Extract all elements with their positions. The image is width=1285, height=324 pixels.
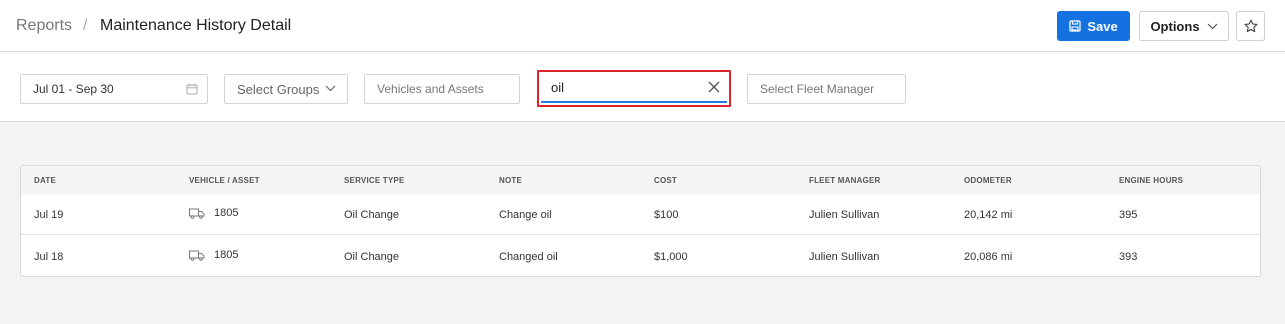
- close-icon[interactable]: [707, 80, 721, 94]
- floppy-disk-icon: [1069, 20, 1081, 32]
- groups-select[interactable]: Select Groups: [224, 74, 348, 104]
- page-header: Reports / Maintenance History Detail Sav…: [0, 0, 1285, 52]
- star-icon: [1243, 19, 1258, 33]
- cell-vehicle: 1805: [189, 249, 238, 261]
- column-header-cost[interactable]: COST: [654, 176, 677, 185]
- vehicle-id[interactable]: 1805: [214, 249, 238, 261]
- column-header-service-type[interactable]: SERVICE TYPE: [344, 176, 405, 185]
- vehicles-assets-placeholder: Vehicles and Assets: [377, 82, 484, 96]
- date-range-value: Jul 01 - Sep 30: [33, 82, 114, 96]
- vehicles-assets-select[interactable]: Vehicles and Assets: [364, 74, 520, 104]
- favorite-button[interactable]: [1236, 11, 1265, 41]
- cell-cost: $1,000: [654, 251, 688, 263]
- search-input[interactable]: [551, 80, 691, 95]
- cell-cost: $100: [654, 209, 679, 221]
- breadcrumb-separator: /: [83, 17, 88, 34]
- search-field-highlight: [537, 70, 731, 107]
- chevron-down-icon: [1207, 23, 1217, 29]
- cell-service-type: Oil Change: [344, 251, 400, 263]
- table-row[interactable]: Jul 19 1805 Oil Change Change oil $100 J…: [21, 194, 1260, 235]
- cell-odometer: 20,142 mi: [964, 209, 1013, 221]
- groups-select-placeholder: Select Groups: [237, 81, 320, 97]
- vehicle-id[interactable]: 1805: [214, 207, 238, 219]
- cell-odometer: 20,086 mi: [964, 251, 1013, 263]
- search-field: [541, 74, 727, 103]
- breadcrumb-reports[interactable]: Reports: [16, 17, 72, 35]
- column-header-fleet-manager[interactable]: FLEET MANAGER: [809, 176, 881, 185]
- column-header-vehicle[interactable]: VEHICLE / ASSET: [189, 176, 260, 185]
- chevron-down-icon: [325, 85, 336, 92]
- options-button-label: Options: [1150, 18, 1200, 34]
- cell-service-type: Oil Change: [344, 209, 400, 221]
- maintenance-table: DATE VEHICLE / ASSET SERVICE TYPE NOTE C…: [20, 165, 1261, 277]
- date-range-picker[interactable]: Jul 01 - Sep 30: [20, 74, 208, 104]
- truck-icon: [189, 250, 205, 261]
- fleet-manager-select[interactable]: Select Fleet Manager: [747, 74, 906, 104]
- column-header-engine-hours[interactable]: ENGINE HOURS: [1119, 176, 1183, 185]
- column-header-date[interactable]: DATE: [34, 176, 56, 185]
- cell-date: Jul 18: [34, 251, 64, 263]
- column-header-note[interactable]: NOTE: [499, 176, 522, 185]
- cell-engine-hours: 395: [1119, 209, 1138, 221]
- cell-note: Change oil: [499, 209, 552, 221]
- cell-fleet-manager: Julien Sullivan: [809, 251, 880, 263]
- fleet-manager-placeholder: Select Fleet Manager: [760, 82, 875, 96]
- filter-bar: Jul 01 - Sep 30 Select Groups Vehicles a…: [0, 53, 1285, 122]
- table-header: DATE VEHICLE / ASSET SERVICE TYPE NOTE C…: [21, 166, 1260, 194]
- cell-engine-hours: 393: [1119, 251, 1138, 263]
- cell-date: Jul 19: [34, 209, 64, 221]
- column-header-odometer[interactable]: ODOMETER: [964, 176, 1012, 185]
- cell-vehicle: 1805: [189, 207, 238, 219]
- cell-fleet-manager: Julien Sullivan: [809, 209, 880, 221]
- options-button[interactable]: Options: [1139, 11, 1229, 41]
- table-row[interactable]: Jul 18 1805 Oil Change Changed oil $1,00…: [21, 236, 1260, 276]
- save-button[interactable]: Save: [1057, 11, 1130, 41]
- truck-icon: [189, 208, 205, 219]
- cell-note: Changed oil: [499, 251, 558, 263]
- save-button-label: Save: [1087, 18, 1118, 34]
- calendar-icon: [186, 83, 198, 95]
- page-title: Maintenance History Detail: [100, 17, 292, 34]
